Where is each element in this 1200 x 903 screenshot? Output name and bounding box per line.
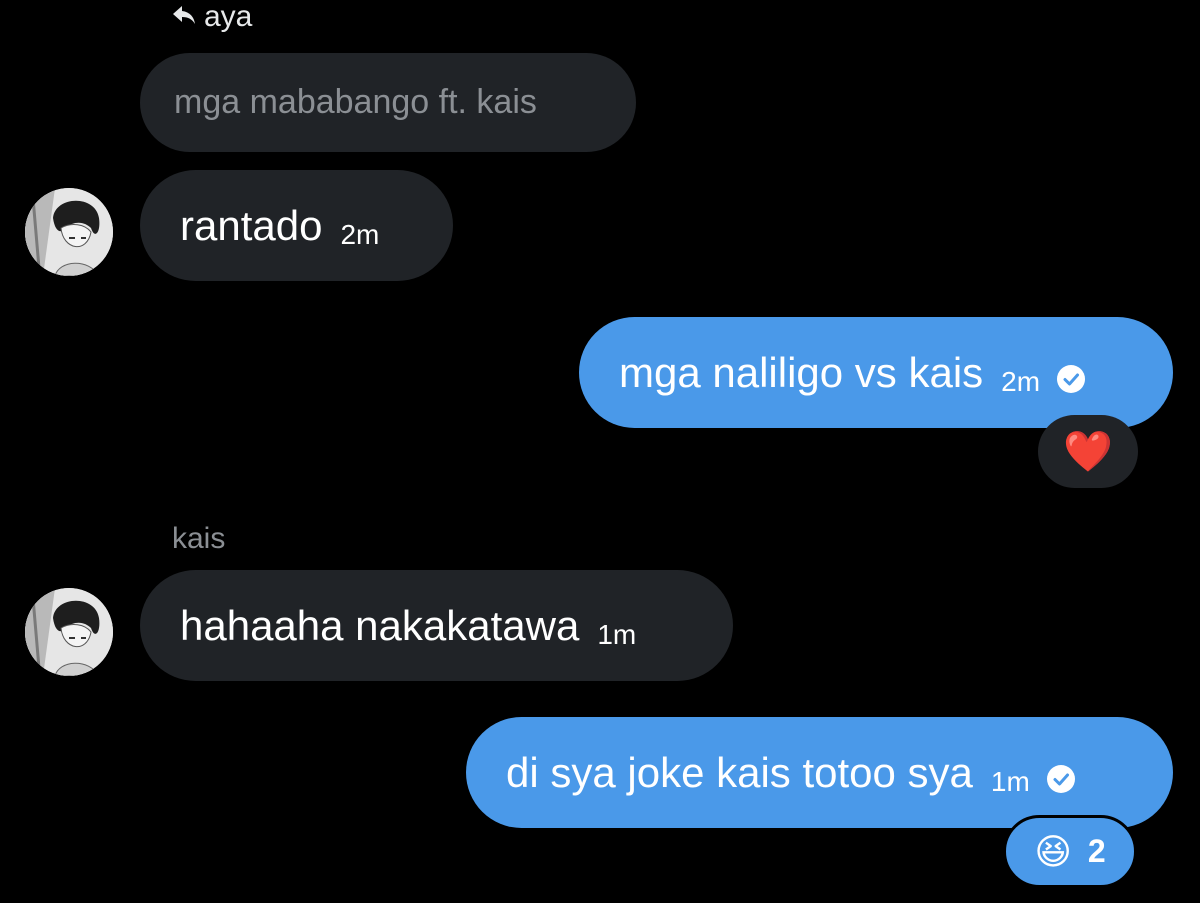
reaction-badge[interactable]: 😆 2 (1003, 815, 1137, 888)
message-time: 1m (990, 765, 1030, 797)
message-time: 1m (597, 618, 637, 650)
message-bubble-outgoing[interactable]: mga naliligo vs kais 2m (579, 317, 1173, 428)
heart-icon: ❤️ (1063, 430, 1113, 474)
message-time: 2m (1001, 365, 1041, 397)
avatar[interactable] (25, 188, 113, 276)
quoted-text: mga mababango ft. kais (174, 83, 537, 121)
reaction-count: 2 (1087, 833, 1106, 869)
reply-header: aya (172, 0, 252, 34)
quoted-message[interactable]: mga mababango ft. kais (140, 53, 636, 152)
avatar[interactable] (25, 588, 113, 676)
reply-to-name: aya (204, 0, 253, 33)
message-time: 2m (340, 218, 380, 250)
message-text: rantado (180, 201, 323, 249)
sent-check-icon (1046, 764, 1075, 793)
sent-check-icon (1057, 364, 1086, 393)
message-bubble-outgoing[interactable]: di sya joke kais totoo sya 1m (466, 717, 1173, 828)
laughing-face-icon: 😆 (1034, 830, 1072, 872)
message-text: mga naliligo vs kais (619, 348, 984, 396)
message-bubble-incoming[interactable]: rantado 2m (140, 170, 453, 281)
reaction-badge[interactable]: ❤️ (1038, 415, 1138, 488)
sender-name: kais (172, 522, 226, 555)
message-text: di sya joke kais totoo sya (506, 748, 973, 796)
message-bubble-incoming[interactable]: hahaaha nakakatawa 1m (140, 570, 733, 681)
message-text: hahaaha nakakatawa (180, 601, 580, 649)
reply-arrow-icon (172, 0, 196, 34)
